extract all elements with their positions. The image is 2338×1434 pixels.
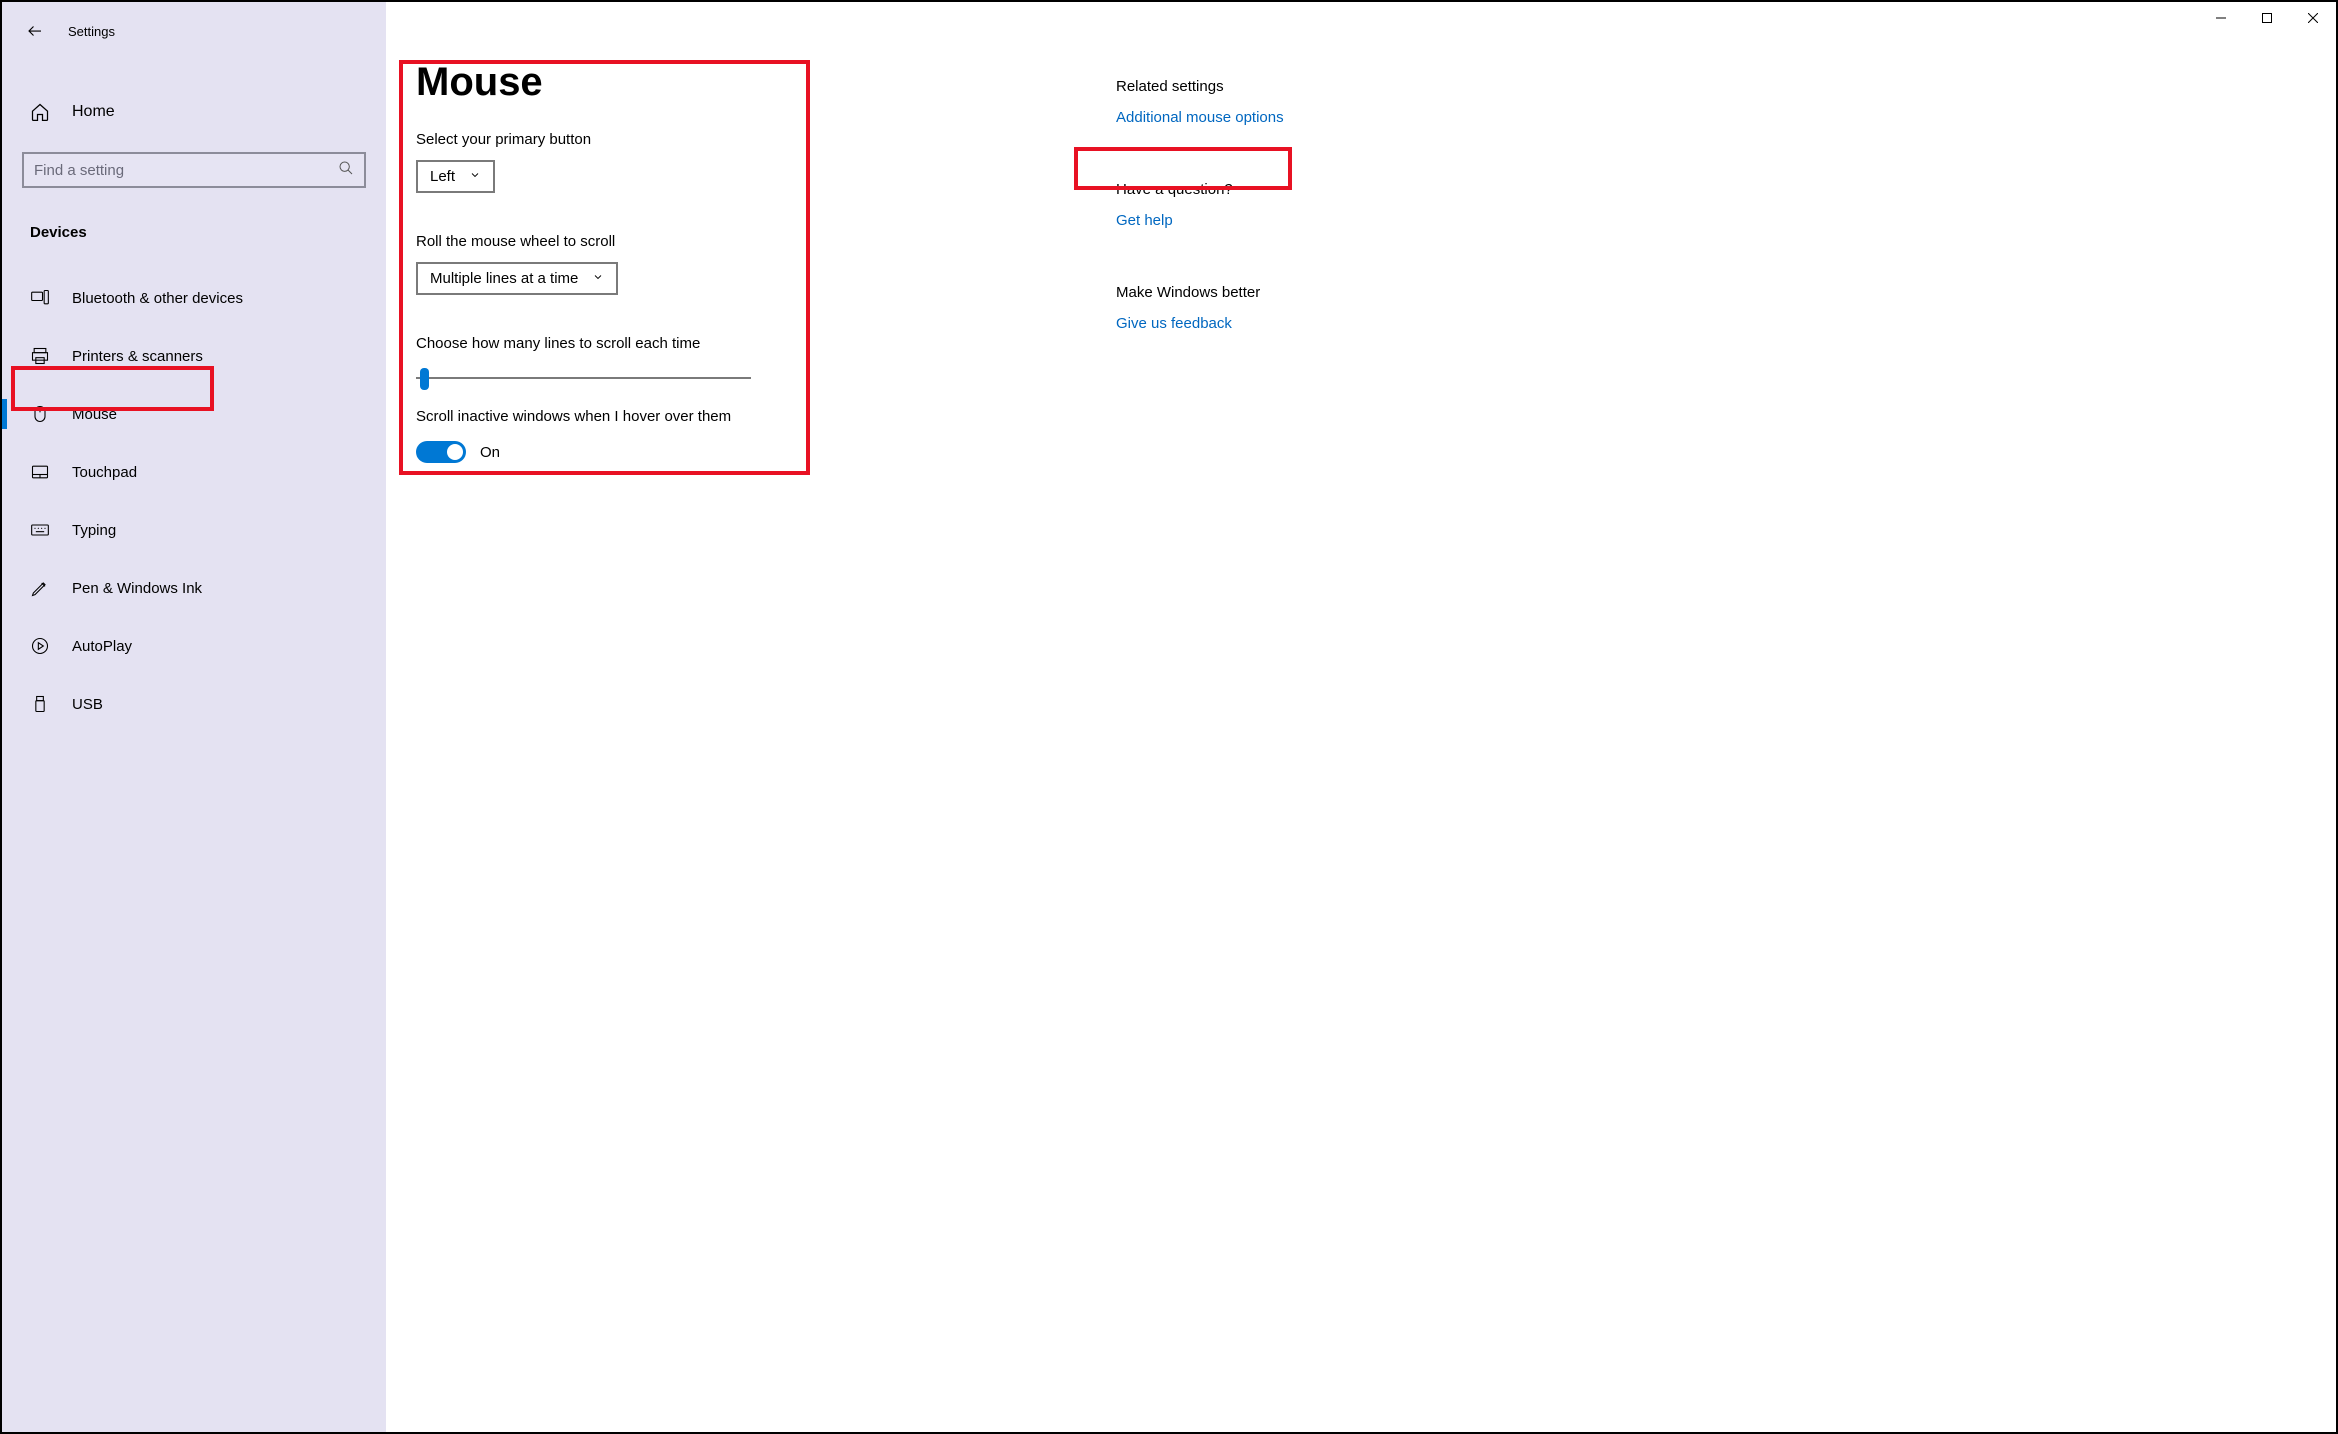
primary-button-select[interactable]: Left (416, 160, 495, 193)
slider-track (416, 377, 751, 379)
sidebar-item-label: USB (72, 696, 103, 713)
primary-button-label: Select your primary button (416, 131, 1056, 148)
arrow-left-icon (26, 22, 44, 40)
sidebar-item-touchpad[interactable]: Touchpad (2, 443, 386, 501)
aside: Related settings Additional mouse option… (1116, 60, 1416, 1432)
slider-thumb[interactable] (420, 368, 429, 390)
keyboard-icon (30, 520, 50, 540)
category-title: Devices (2, 224, 386, 241)
better-heading: Make Windows better (1116, 284, 1416, 301)
maximize-button[interactable] (2244, 2, 2290, 34)
related-heading: Related settings (1116, 78, 1416, 95)
search-input-wrap[interactable] (22, 152, 366, 188)
page-title: Mouse (416, 60, 1056, 105)
sidebar-item-label: Printers & scanners (72, 348, 203, 365)
main-content: Mouse Select your primary button Left Ro… (416, 60, 1056, 1432)
home-icon (30, 102, 50, 122)
sidebar-item-label: Mouse (72, 406, 117, 423)
minimize-button[interactable] (2198, 2, 2244, 34)
additional-mouse-options-link[interactable]: Additional mouse options (1116, 109, 1284, 126)
sidebar: Settings Home Devices Bluetooth & other … (2, 2, 386, 1432)
scroll-wheel-select[interactable]: Multiple lines at a time (416, 262, 618, 295)
printer-icon (30, 346, 50, 366)
toggle-knob (447, 444, 463, 460)
mouse-icon (30, 404, 50, 424)
sidebar-item-label: Touchpad (72, 464, 137, 481)
scroll-wheel-value: Multiple lines at a time (430, 270, 578, 287)
sidebar-item-mouse[interactable]: Mouse (2, 385, 386, 443)
devices-icon (30, 288, 50, 308)
sidebar-item-label: AutoPlay (72, 638, 132, 655)
chevron-down-icon (592, 270, 604, 287)
sidebar-item-label: Bluetooth & other devices (72, 290, 243, 307)
lines-label: Choose how many lines to scroll each tim… (416, 335, 1056, 352)
autoplay-icon (30, 636, 50, 656)
sidebar-item-label: Pen & Windows Ink (72, 580, 202, 597)
inactive-label: Scroll inactive windows when I hover ove… (416, 408, 1056, 425)
inactive-toggle[interactable] (416, 441, 466, 463)
touchpad-icon (30, 462, 50, 482)
back-button[interactable] (26, 22, 44, 40)
sidebar-item-bluetooth[interactable]: Bluetooth & other devices (2, 269, 386, 327)
primary-button-value: Left (430, 168, 455, 185)
app-title: Settings (68, 24, 115, 39)
pen-icon (30, 578, 50, 598)
sidebar-item-printers[interactable]: Printers & scanners (2, 327, 386, 385)
get-help-link[interactable]: Get help (1116, 212, 1173, 229)
toggle-state: On (480, 444, 500, 461)
home-label: Home (72, 103, 115, 121)
question-heading: Have a question? (1116, 181, 1416, 198)
sidebar-item-typing[interactable]: Typing (2, 501, 386, 559)
feedback-link[interactable]: Give us feedback (1116, 315, 1232, 332)
search-icon (338, 160, 354, 181)
sidebar-item-pen[interactable]: Pen & Windows Ink (2, 559, 386, 617)
sidebar-home[interactable]: Home (2, 92, 386, 132)
sidebar-item-usb[interactable]: USB (2, 675, 386, 733)
scroll-wheel-label: Roll the mouse wheel to scroll (416, 233, 1056, 250)
sidebar-item-label: Typing (72, 522, 116, 539)
chevron-down-icon (469, 168, 481, 185)
sidebar-item-autoplay[interactable]: AutoPlay (2, 617, 386, 675)
search-input[interactable] (34, 162, 338, 179)
close-button[interactable] (2290, 2, 2336, 34)
lines-slider[interactable] (416, 366, 751, 390)
usb-icon (30, 694, 50, 714)
